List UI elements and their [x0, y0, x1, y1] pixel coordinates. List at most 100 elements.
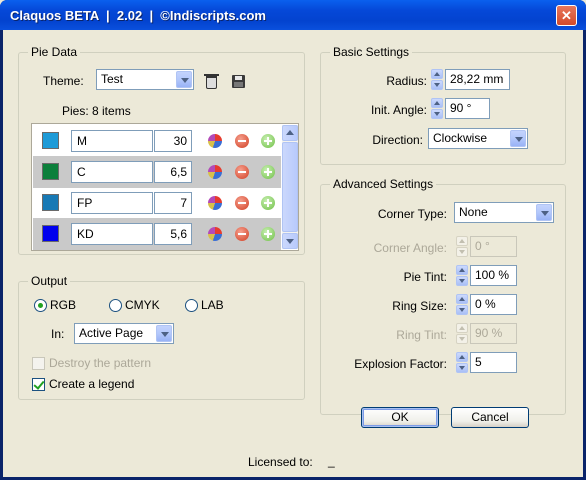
pie-name-field[interactable]: C [71, 161, 153, 183]
direction-select[interactable]: Clockwise [428, 128, 528, 149]
spin-down-icon[interactable] [456, 305, 468, 315]
pie-data-group: Pie Data Theme: Test Pies: 8 items M 30 [18, 45, 305, 255]
scroll-up-icon[interactable] [282, 125, 298, 141]
spin-up-icon [456, 323, 468, 333]
spin-up-icon[interactable] [456, 265, 468, 275]
window-title: Claquos BETA | 2.02 | ©Indiscripts.com [10, 8, 266, 23]
trash-icon[interactable] [204, 74, 219, 89]
basic-settings-group-label: Basic Settings [330, 45, 413, 59]
pie-chart-icon[interactable] [208, 196, 222, 210]
explosion-factor-field[interactable]: 5 [470, 352, 517, 373]
direction-label: Direction: [372, 133, 423, 147]
licensed-to-label: Licensed to: [248, 455, 313, 469]
chevron-down-icon [156, 325, 172, 342]
ring-tint-field: 90 % [470, 323, 517, 344]
ring-tint-label: Ring Tint: [396, 328, 447, 342]
pie-value-field[interactable]: 5,6 [154, 223, 192, 245]
pie-chart-icon[interactable] [208, 134, 222, 148]
pies-list: M 30 C 6,5 FP 7 KD 5,6 [31, 123, 299, 251]
scroll-thumb[interactable] [282, 142, 298, 232]
radius-spinner[interactable] [431, 69, 443, 90]
remove-icon[interactable] [235, 196, 249, 210]
pie-color-swatch[interactable] [42, 225, 59, 242]
spin-up-icon[interactable] [431, 98, 443, 108]
remove-icon[interactable] [235, 134, 249, 148]
add-icon[interactable] [261, 165, 275, 179]
chevron-down-icon [536, 204, 552, 221]
destroy-pattern-checkbox[interactable] [32, 357, 45, 370]
pie-name-field[interactable]: KD [71, 223, 153, 245]
ring-tint-spinner [456, 323, 468, 344]
title-bar[interactable]: Claquos BETA | 2.02 | ©Indiscripts.com ✕ [0, 0, 586, 30]
create-legend-label[interactable]: Create a legend [49, 377, 134, 391]
spin-down-icon[interactable] [456, 363, 468, 373]
explosion-factor-spinner[interactable] [456, 352, 468, 373]
chevron-down-icon [510, 130, 526, 147]
pie-color-swatch[interactable] [42, 163, 59, 180]
spin-down-icon[interactable] [456, 276, 468, 286]
in-select-value: Active Page [79, 326, 144, 340]
pie-value-field[interactable]: 7 [154, 192, 192, 214]
add-icon[interactable] [261, 227, 275, 241]
radio-cmyk-label[interactable]: CMYK [125, 298, 160, 312]
corner-type-select-value: None [459, 205, 488, 219]
pie-row: C 6,5 [33, 156, 281, 188]
destroy-pattern-label: Destroy the pattern [49, 356, 152, 370]
remove-icon[interactable] [235, 165, 249, 179]
pie-color-swatch[interactable] [42, 194, 59, 211]
pie-tint-field[interactable]: 100 % [470, 265, 517, 286]
radio-rgb-label[interactable]: RGB [50, 298, 76, 312]
theme-select[interactable]: Test [96, 69, 194, 90]
ring-size-field[interactable]: 0 % [470, 294, 517, 315]
init-angle-label: Init. Angle: [370, 103, 427, 117]
licensed-to-value: _ [328, 454, 335, 468]
init-angle-spinner[interactable] [431, 98, 443, 119]
radius-field[interactable]: 28,22 mm [445, 69, 510, 90]
direction-select-value: Clockwise [433, 131, 488, 145]
corner-angle-field: 0 ° [470, 236, 517, 257]
in-select[interactable]: Active Page [74, 323, 174, 344]
cancel-button[interactable]: Cancel [451, 407, 529, 428]
pie-row: M 30 [33, 125, 281, 157]
ring-size-spinner[interactable] [456, 294, 468, 315]
corner-type-label: Corner Type: [377, 207, 447, 221]
pie-tint-spinner[interactable] [456, 265, 468, 286]
add-icon[interactable] [261, 134, 275, 148]
spin-up-icon[interactable] [431, 69, 443, 79]
ring-size-label: Ring Size: [392, 299, 447, 313]
pie-value-field[interactable]: 6,5 [154, 161, 192, 183]
explosion-factor-label: Explosion Factor: [354, 357, 447, 371]
pie-name-field[interactable]: FP [71, 192, 153, 214]
radio-rgb[interactable] [34, 299, 47, 312]
pie-value-field[interactable]: 30 [154, 130, 192, 152]
pie-color-swatch[interactable] [42, 132, 59, 149]
pies-scrollbar[interactable] [282, 125, 298, 249]
theme-select-value: Test [101, 72, 124, 86]
output-group-label: Output [28, 274, 71, 288]
basic-settings-group: Basic Settings Radius: 28,22 mm Init. An… [320, 45, 566, 165]
pie-chart-icon[interactable] [208, 227, 222, 241]
add-icon[interactable] [261, 196, 275, 210]
scroll-down-icon[interactable] [282, 233, 298, 249]
corner-type-select[interactable]: None [454, 202, 554, 223]
close-button[interactable]: ✕ [556, 5, 577, 26]
advanced-settings-group-label: Advanced Settings [330, 177, 437, 191]
spin-up-icon[interactable] [456, 352, 468, 362]
ok-button[interactable]: OK [361, 407, 439, 428]
radio-cmyk[interactable] [109, 299, 122, 312]
spin-down-icon[interactable] [431, 109, 443, 119]
radio-lab[interactable] [185, 299, 198, 312]
remove-icon[interactable] [235, 227, 249, 241]
save-icon[interactable] [232, 75, 245, 88]
spin-down-icon[interactable] [431, 80, 443, 90]
radio-lab-label[interactable]: LAB [201, 298, 224, 312]
spin-up-icon [456, 236, 468, 246]
init-angle-field[interactable]: 90 ° [445, 98, 490, 119]
pie-chart-icon[interactable] [208, 165, 222, 179]
spin-up-icon[interactable] [456, 294, 468, 304]
dialog-window: Claquos BETA | 2.02 | ©Indiscripts.com ✕… [0, 0, 586, 480]
spin-down-icon [456, 334, 468, 344]
pie-row: FP 7 [33, 187, 281, 219]
pie-name-field[interactable]: M [71, 130, 153, 152]
create-legend-checkbox[interactable] [32, 378, 45, 391]
